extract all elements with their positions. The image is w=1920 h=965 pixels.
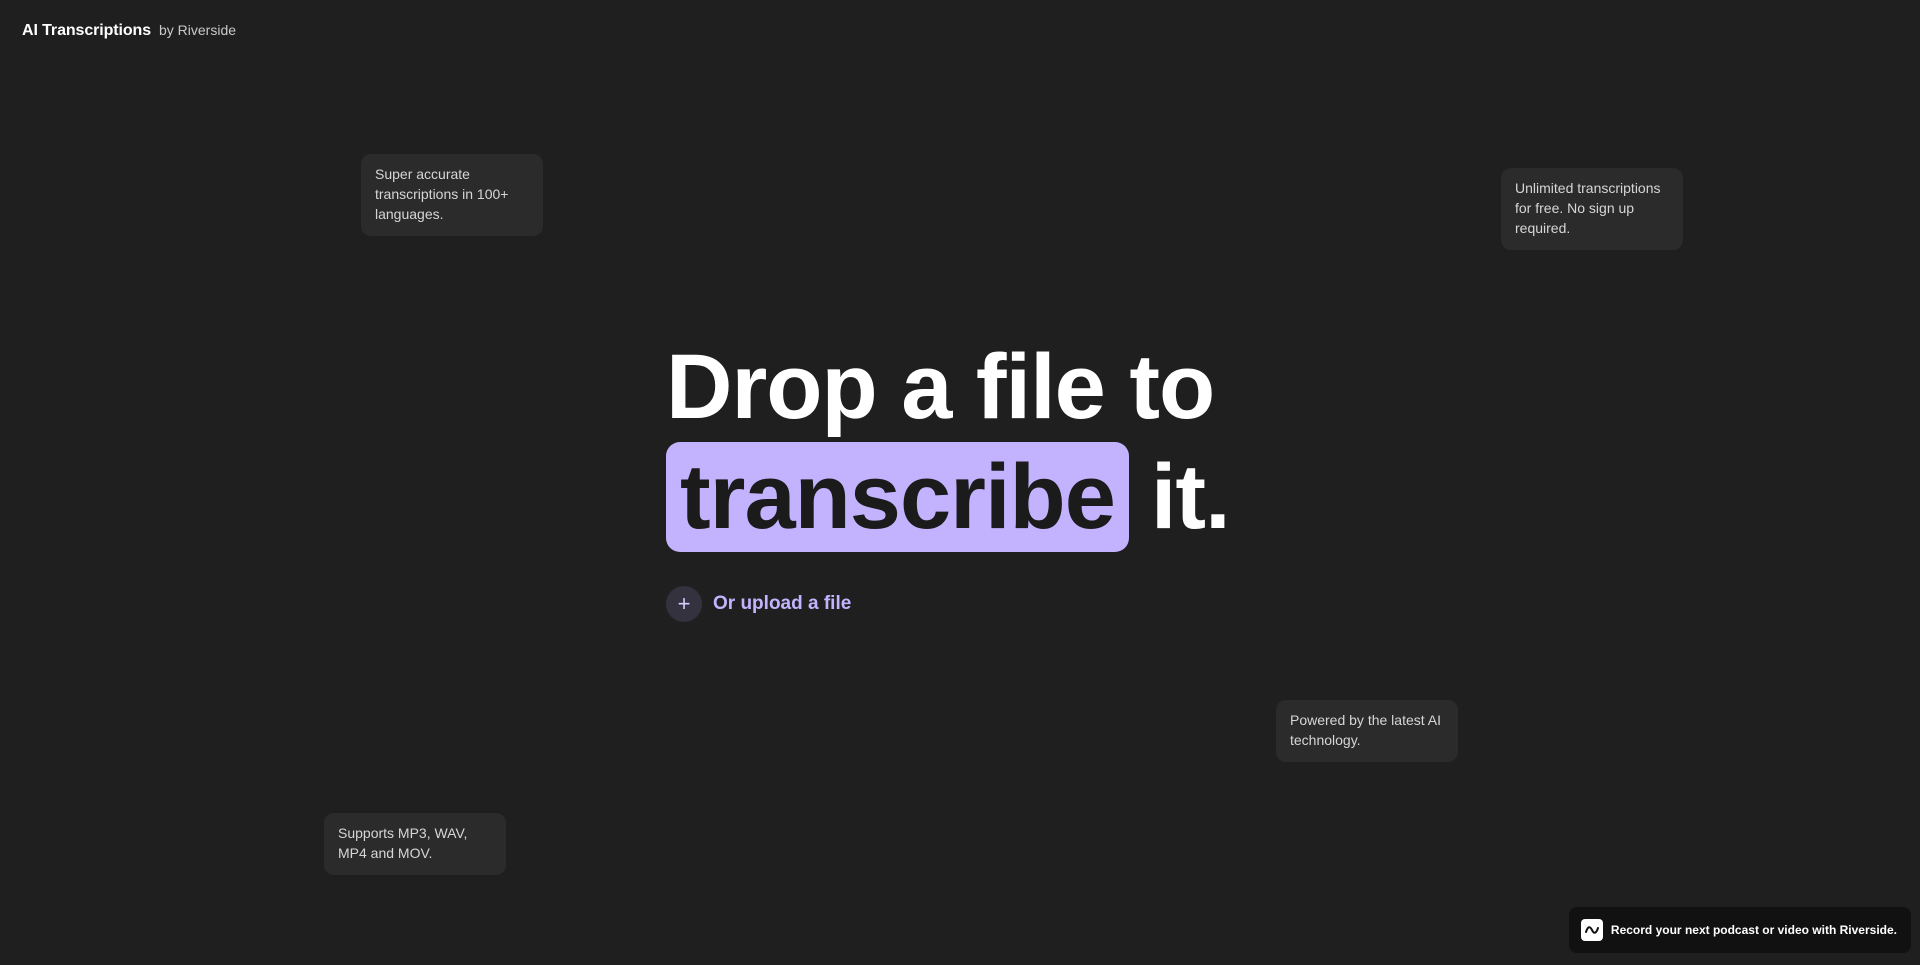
upload-file-button[interactable]: + Or upload a file	[666, 586, 1230, 622]
page: AI Transcriptions by Riverside Super acc…	[0, 0, 1920, 965]
brand-by-riverside: by Riverside	[159, 22, 237, 38]
feature-note-unlimited: Unlimited transcriptions for free. No si…	[1501, 168, 1683, 250]
headline-line-2: transcribe it.	[666, 442, 1231, 552]
headline: Drop a file to transcribe it.	[666, 332, 1231, 552]
promo-text: Record your next podcast or video with R…	[1610, 923, 1897, 937]
riverside-promo-button[interactable]: Record your next podcast or video with R…	[1568, 907, 1911, 953]
drop-zone[interactable]: Drop a file to transcribe it. + Or uploa…	[666, 332, 1231, 622]
headline-line-1: Drop a file to	[666, 336, 1215, 438]
feature-note-languages: Super accurate transcriptions in 100+ la…	[361, 154, 543, 236]
upload-file-label: Or upload a file	[713, 593, 852, 614]
headline-highlight: transcribe	[666, 442, 1129, 552]
plus-icon: +	[666, 586, 702, 622]
brand-header[interactable]: AI Transcriptions by Riverside	[22, 22, 236, 40]
brand-title: AI Transcriptions	[22, 22, 151, 39]
headline-rest: it.	[1150, 446, 1231, 548]
feature-note-formats: Supports MP3, WAV, MP4 and MOV.	[324, 813, 506, 875]
riverside-logo-icon	[1580, 919, 1603, 941]
feature-note-ai: Powered by the latest AI technology.	[1276, 700, 1458, 762]
